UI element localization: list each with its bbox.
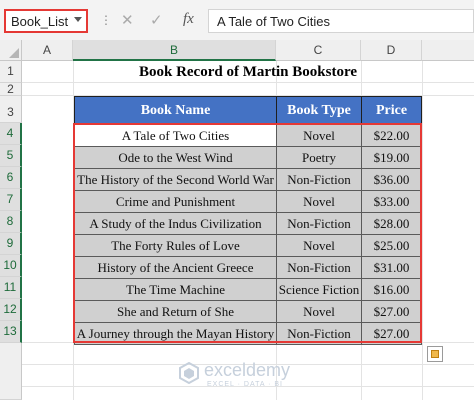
drag-handle-icon[interactable]: ⋮: [100, 13, 112, 27]
book-name-cell[interactable]: A Journey through the Mayan History: [74, 322, 277, 345]
column-header-c[interactable]: C: [276, 40, 361, 61]
gridline: [422, 61, 423, 400]
price-cell[interactable]: $25.00: [361, 234, 422, 257]
header-price[interactable]: Price: [361, 96, 422, 125]
book-name-cell[interactable]: History of the Ancient Greece: [74, 256, 277, 279]
column-header-d[interactable]: D: [361, 40, 422, 61]
book-name-cell[interactable]: The History of the Second World War: [74, 168, 277, 191]
row-header-9[interactable]: 9: [0, 233, 22, 255]
book-name-cell[interactable]: Ode to the West Wind: [74, 146, 277, 169]
row-header-1[interactable]: 1: [0, 61, 22, 83]
row-header-7[interactable]: 7: [0, 189, 22, 211]
quick-analysis-icon[interactable]: [427, 346, 443, 362]
book-type-cell[interactable]: Novel: [276, 300, 362, 323]
cancel-icon[interactable]: ✕: [121, 11, 134, 29]
quick-analysis-glyph-icon: [431, 350, 439, 358]
insert-function-icon[interactable]: fx: [183, 11, 194, 28]
book-name-cell[interactable]: The Time Machine: [74, 278, 277, 301]
price-cell[interactable]: $28.00: [361, 212, 422, 235]
table-row: A Study of the Indus Civilization Non-Fi…: [74, 212, 422, 235]
book-name-cell[interactable]: A Tale of Two Cities: [74, 124, 277, 147]
row-header-11[interactable]: 11: [0, 277, 22, 299]
row-header-14[interactable]: [0, 343, 22, 400]
table-row: A Tale of Two Cities Novel $22.00: [74, 124, 422, 147]
book-type-cell[interactable]: Novel: [276, 124, 362, 147]
table-row: The Time Machine Science Fiction $16.00: [74, 278, 422, 301]
price-cell[interactable]: $16.00: [361, 278, 422, 301]
row-header-12[interactable]: 12: [0, 299, 22, 321]
column-header-b[interactable]: B: [73, 40, 276, 61]
book-type-cell[interactable]: Science Fiction: [276, 278, 362, 301]
book-type-cell[interactable]: Poetry: [276, 146, 362, 169]
row-header-10[interactable]: 10: [0, 255, 22, 277]
book-name-cell[interactable]: A Study of the Indus Civilization: [74, 212, 277, 235]
formula-input-value: A Tale of Two Cities: [217, 14, 330, 29]
row-header-13[interactable]: 13: [0, 321, 22, 343]
formula-bar: Book_List ⋮ ✕ ✓ fx A Tale of Two Cities: [0, 0, 474, 40]
table-row: The Forty Rules of Love Novel $25.00: [74, 234, 422, 257]
header-book-type[interactable]: Book Type: [276, 96, 362, 125]
chevron-down-icon[interactable]: [74, 17, 82, 22]
book-type-cell[interactable]: Novel: [276, 234, 362, 257]
table-row: History of the Ancient Greece Non-Fictio…: [74, 256, 422, 279]
formula-input[interactable]: A Tale of Two Cities: [208, 9, 474, 33]
book-type-cell[interactable]: Non-Fiction: [276, 322, 362, 345]
book-type-cell[interactable]: Non-Fiction: [276, 168, 362, 191]
column-header-e[interactable]: [422, 40, 474, 61]
watermark-tagline: EXCEL · DATA · BI: [207, 381, 283, 388]
price-cell[interactable]: $33.00: [361, 190, 422, 213]
row-header-4[interactable]: 4: [0, 123, 22, 145]
row-header-3[interactable]: 3: [0, 96, 22, 123]
sheet-title[interactable]: Book Record of Martin Bookstore: [73, 61, 423, 83]
row-header-6[interactable]: 6: [0, 167, 22, 189]
book-type-cell[interactable]: Novel: [276, 190, 362, 213]
book-table: Book Name Book Type Price A Tale of Two …: [74, 96, 422, 345]
column-header-a[interactable]: A: [22, 40, 73, 61]
price-cell[interactable]: $31.00: [361, 256, 422, 279]
book-name-cell[interactable]: The Forty Rules of Love: [74, 234, 277, 257]
table-header-row: Book Name Book Type Price: [74, 96, 422, 125]
price-cell[interactable]: $27.00: [361, 300, 422, 323]
table-row: The History of the Second World War Non-…: [74, 168, 422, 191]
header-book-name[interactable]: Book Name: [74, 96, 277, 125]
exceldemy-logo-icon: [179, 362, 199, 384]
watermark-name: exceldemy: [204, 360, 291, 380]
price-cell[interactable]: $19.00: [361, 146, 422, 169]
enter-icon[interactable]: ✓: [150, 11, 163, 29]
row-header-8[interactable]: 8: [0, 211, 22, 233]
price-cell[interactable]: $27.00: [361, 322, 422, 345]
book-name-cell[interactable]: She and Return of She: [74, 300, 277, 323]
table-row: She and Return of She Novel $27.00: [74, 300, 422, 323]
table-row: Crime and Punishment Novel $33.00: [74, 190, 422, 213]
price-cell[interactable]: $22.00: [361, 124, 422, 147]
table-row: A Journey through the Mayan History Non-…: [74, 322, 422, 345]
name-box-value: Book_List: [11, 14, 69, 29]
name-box[interactable]: Book_List: [4, 9, 88, 33]
select-all-triangle-icon: [9, 48, 19, 58]
book-type-cell[interactable]: Non-Fiction: [276, 256, 362, 279]
row-header-2[interactable]: 2: [0, 83, 22, 96]
row-header-5[interactable]: 5: [0, 145, 22, 167]
price-cell[interactable]: $36.00: [361, 168, 422, 191]
book-name-cell[interactable]: Crime and Punishment: [74, 190, 277, 213]
book-type-cell[interactable]: Non-Fiction: [276, 212, 362, 235]
table-row: Ode to the West Wind Poetry $19.00: [74, 146, 422, 169]
